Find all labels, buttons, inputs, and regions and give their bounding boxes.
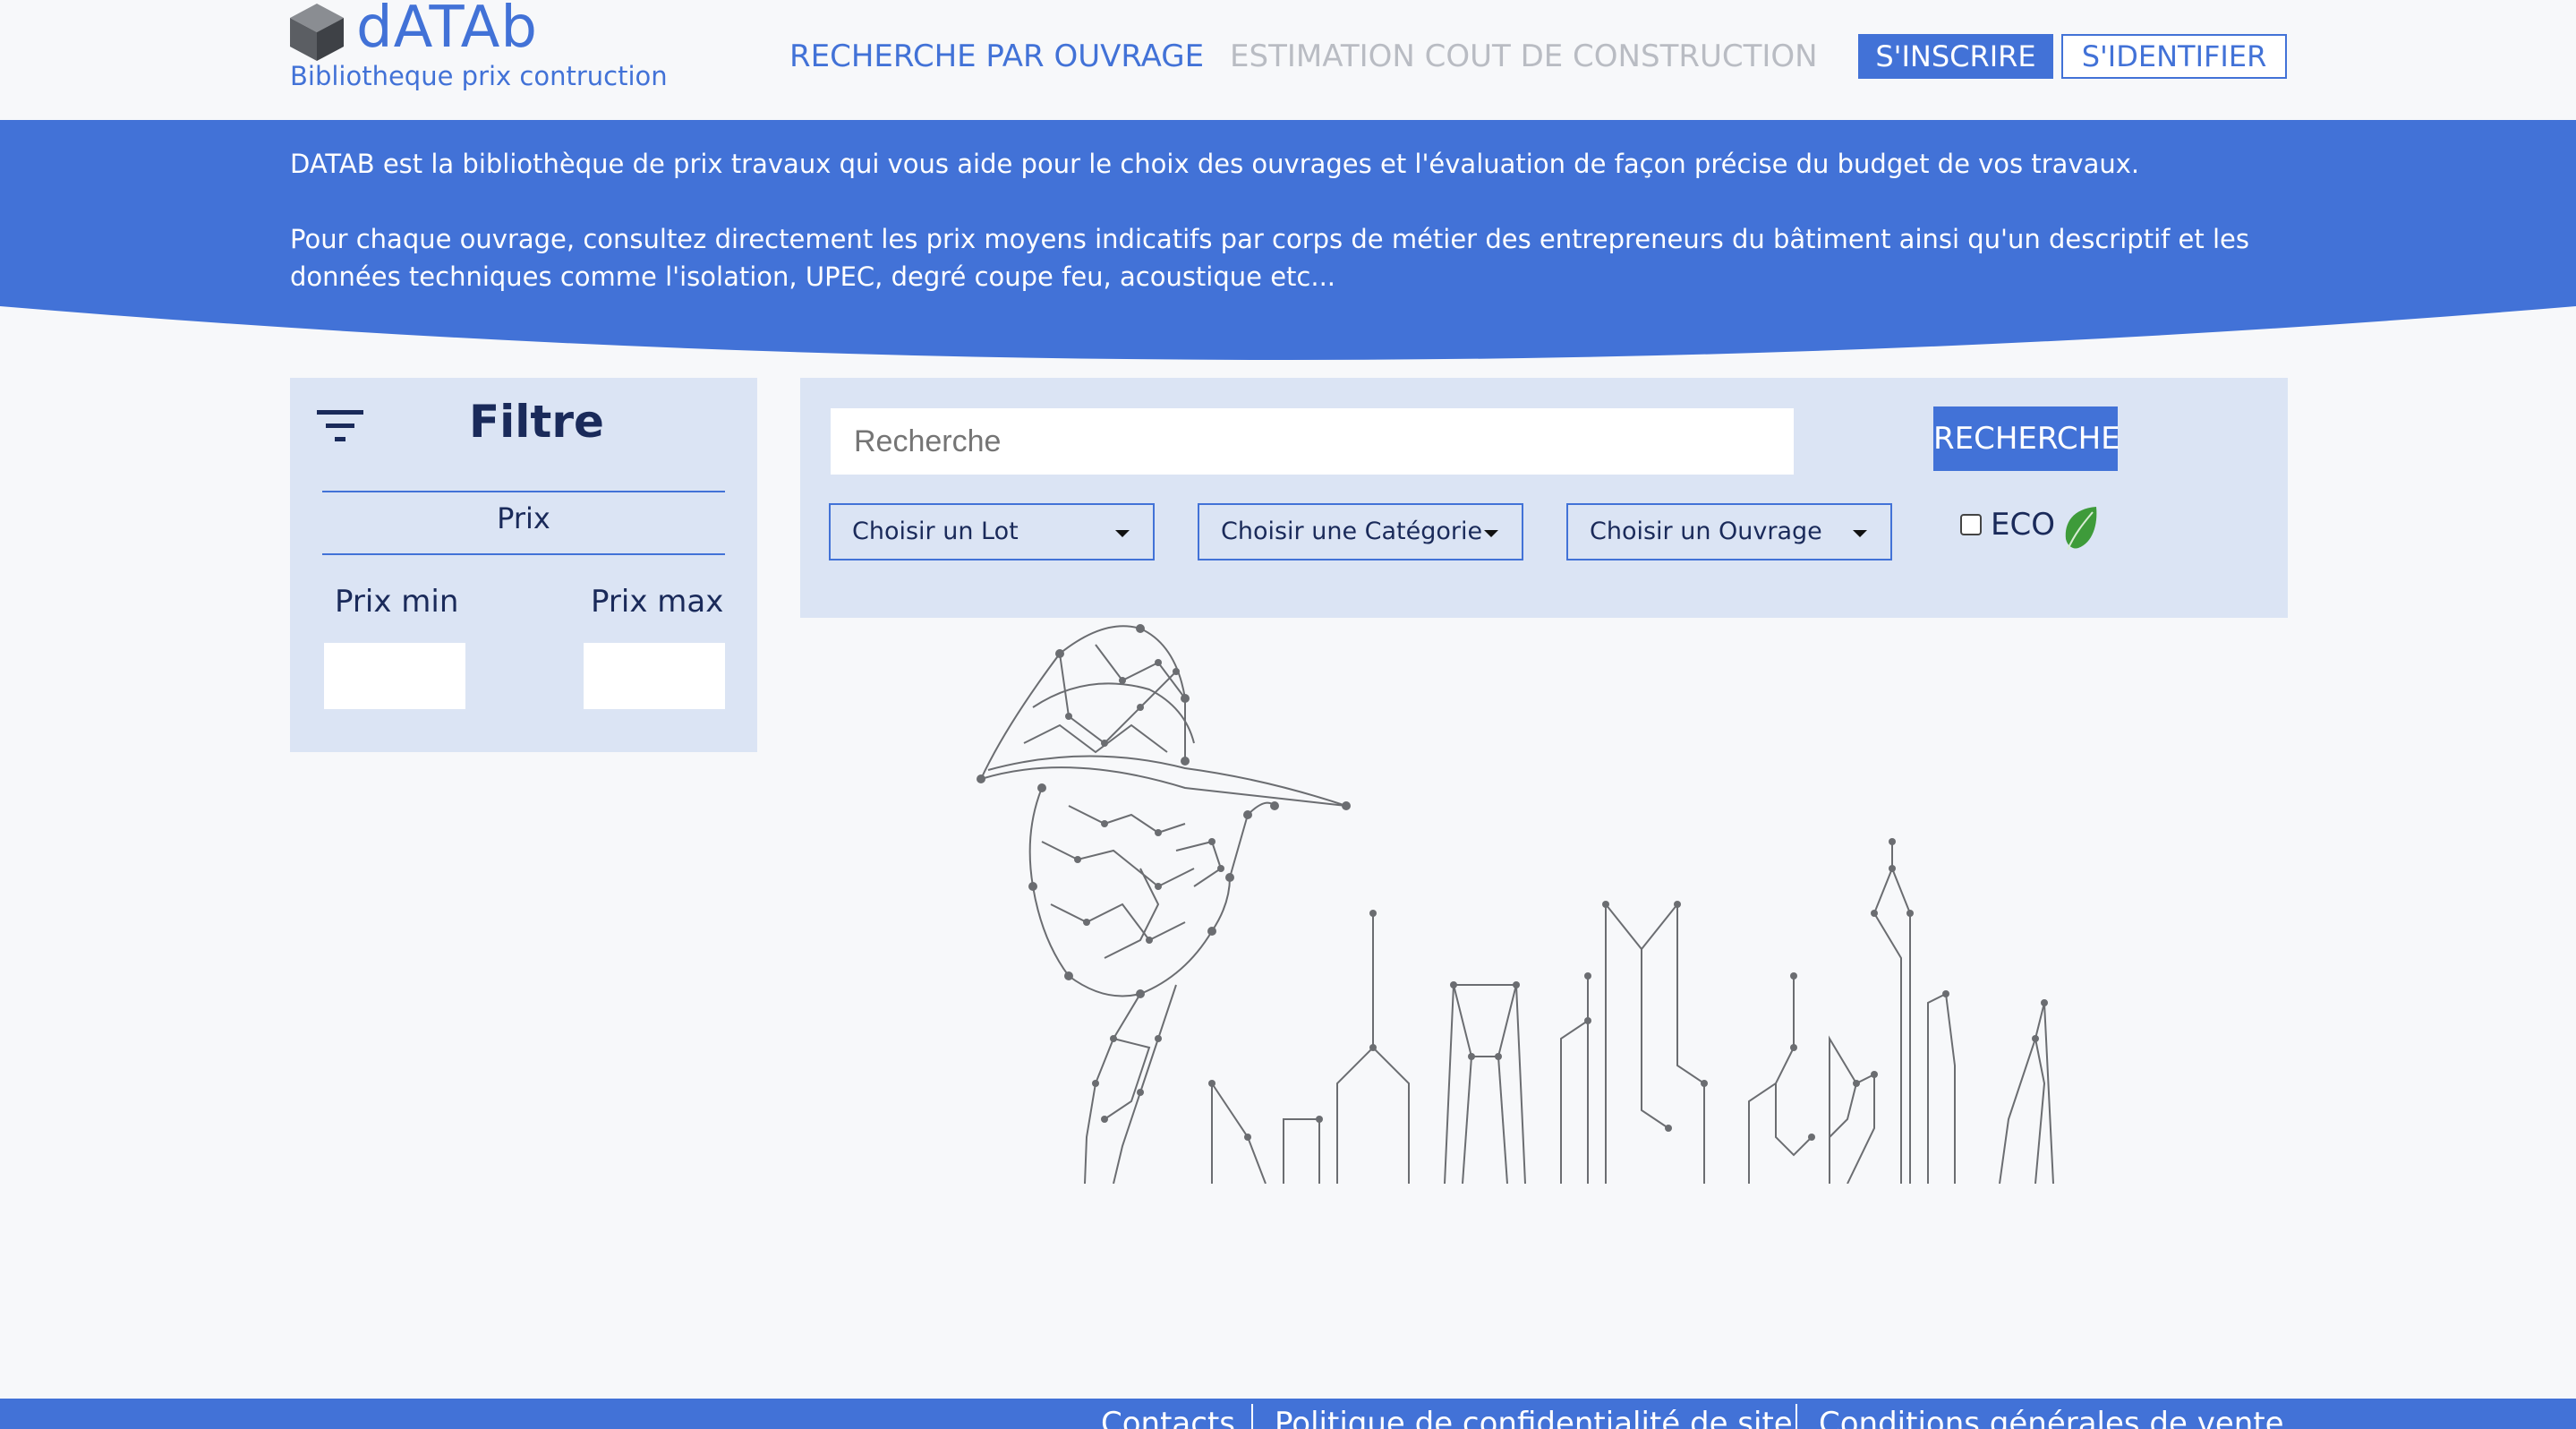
filter-icon[interactable] (315, 406, 365, 446)
caret-down-icon (1853, 530, 1867, 537)
select-categorie[interactable]: Choisir une Catégorie (1198, 503, 1523, 560)
site-footer: Contacts Politique de confidentialité de… (0, 1399, 2576, 1429)
select-ouvrage-label: Choisir un Ouvrage (1590, 518, 1822, 545)
nav-recherche-par-ouvrage[interactable]: RECHERCHE PAR OUVRAGE (789, 34, 1204, 79)
intro-banner: DATAB est la bibliothèque de prix travau… (0, 120, 2576, 362)
footer-separator (1796, 1404, 1797, 1429)
search-panel: RECHERCHE Choisir un Lot Choisir une Cat… (800, 378, 2288, 618)
cube-logo-icon (290, 4, 344, 61)
filter-title: Filtre (469, 396, 604, 448)
caret-down-icon (1484, 530, 1498, 537)
nav-estimation-cout[interactable]: ESTIMATION COUT DE CONSTRUCTION (1230, 34, 1818, 79)
eco-label: ECO (1991, 507, 2055, 543)
prix-max-input[interactable] (584, 643, 725, 709)
leaf-icon (2065, 507, 2097, 551)
search-input[interactable] (831, 408, 1794, 475)
filter-section-prix[interactable]: Prix (290, 501, 757, 535)
footer-separator (1251, 1404, 1253, 1429)
logo-tagline: Bibliotheque prix contruction (290, 61, 668, 91)
divider (322, 491, 725, 492)
site-header: dATAb Bibliotheque prix contruction RECH… (0, 0, 2576, 120)
banner-paragraph-2-line-2: données techniques comme l'isolation, UP… (290, 261, 1336, 292)
logo[interactable]: dATAb Bibliotheque prix contruction (288, 0, 700, 107)
footer-link-contacts[interactable]: Contacts (1101, 1406, 1235, 1429)
select-categorie-label: Choisir une Catégorie (1221, 518, 1483, 545)
divider (322, 553, 725, 555)
signup-button[interactable]: S'INSCRIRE (1858, 34, 2053, 79)
logo-name: dATAb (356, 0, 538, 61)
select-lot[interactable]: Choisir un Lot (829, 503, 1155, 560)
caret-down-icon (1115, 530, 1130, 537)
banner-paragraph-1: DATAB est la bibliothèque de prix travau… (290, 149, 2140, 179)
select-ouvrage[interactable]: Choisir un Ouvrage (1566, 503, 1892, 560)
banner-paragraph-2-line-1: Pour chaque ouvrage, consultez directeme… (290, 224, 2249, 254)
footer-link-confidentialite[interactable]: Politique de confidentialité de site (1275, 1406, 1793, 1429)
prix-min-input[interactable] (324, 643, 465, 709)
construction-worker-city-illustration (977, 624, 2054, 1184)
footer-link-cgv[interactable]: Conditions générales de vente (1819, 1406, 2284, 1429)
login-button[interactable]: S'IDENTIFIER (2061, 34, 2287, 79)
filter-panel: Filtre Prix Prix min Prix max (290, 378, 757, 752)
prix-min-label: Prix min (335, 584, 459, 620)
eco-checkbox[interactable] (1960, 514, 1982, 535)
prix-max-label: Prix max (591, 584, 724, 620)
search-button[interactable]: RECHERCHE (1933, 406, 2120, 471)
select-lot-label: Choisir un Lot (852, 518, 1019, 545)
